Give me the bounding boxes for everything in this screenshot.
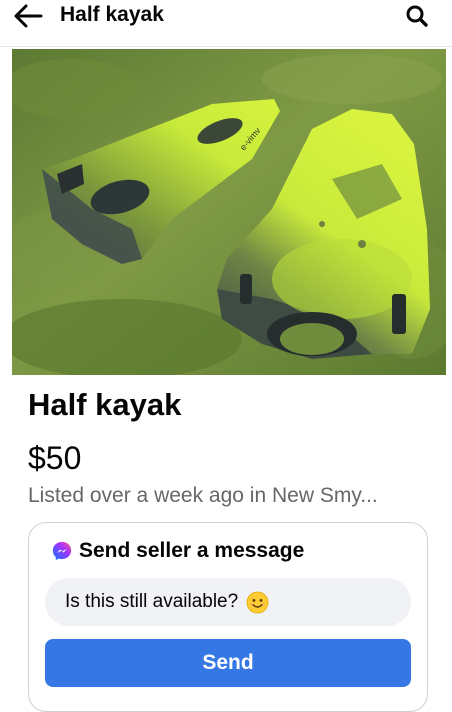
listing-meta[interactable]: Listed over a week ago in New Smy...: [28, 483, 378, 509]
listing-price: $50: [28, 440, 82, 476]
page-title: Half kayak: [60, 3, 164, 26]
listing-title: Half kayak: [28, 387, 182, 422]
message-input[interactable]: Is this still available?: [45, 578, 411, 626]
send-button[interactable]: Send: [45, 639, 411, 687]
smiling-face-emoji: [246, 591, 269, 613]
back-button[interactable]: [12, 2, 44, 30]
top-bar: Half kayak: [0, 0, 452, 44]
message-seller-card: Send seller a message Is this still avai…: [28, 522, 428, 712]
message-header: Send seller a message: [51, 538, 304, 564]
messenger-icon: [52, 541, 72, 561]
arrow-left-icon: [14, 4, 43, 28]
listing-photo[interactable]: e-vimv: [12, 49, 446, 375]
message-input-text: Is this still available?: [65, 591, 239, 612]
header-divider: [0, 46, 452, 47]
search-button[interactable]: [402, 2, 432, 30]
search-icon: [406, 5, 428, 27]
message-heading: Send seller a message: [79, 539, 305, 562]
